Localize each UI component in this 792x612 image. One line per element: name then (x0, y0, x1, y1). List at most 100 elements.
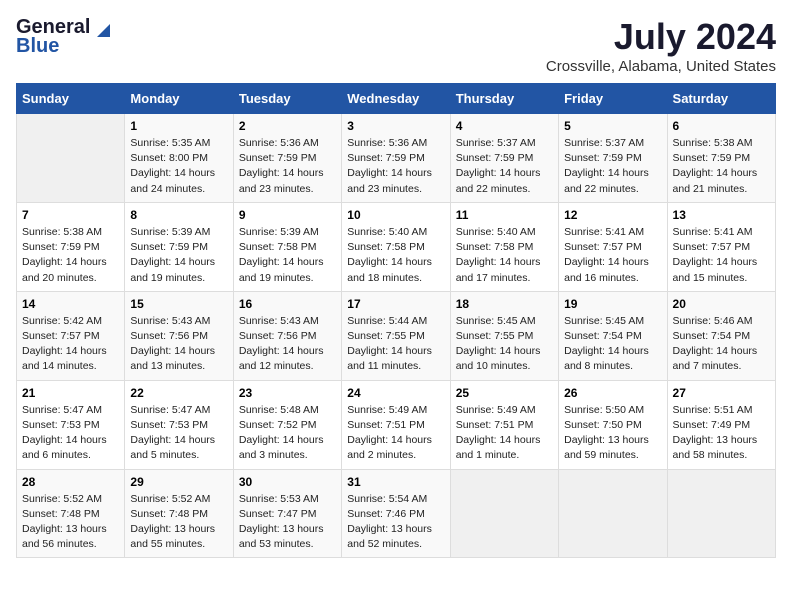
day-info: Sunrise: 5:45 AMSunset: 7:54 PMDaylight:… (564, 314, 661, 375)
header-monday: Monday (125, 84, 233, 114)
day-number: 2 (239, 119, 336, 133)
day-cell: 13 Sunrise: 5:41 AMSunset: 7:57 PMDayligh… (667, 202, 775, 291)
day-cell: 28Sunrise: 5:52 AMSunset: 7:48 PMDayligh… (17, 469, 125, 558)
day-info: Sunrise: 5:45 AMSunset: 7:55 PMDaylight:… (456, 314, 553, 375)
day-number: 16 (239, 297, 336, 311)
day-cell: 16 Sunrise: 5:43 AMSunset: 7:56 PMDayligh… (233, 291, 341, 380)
header-friday: Friday (559, 84, 667, 114)
day-info: Sunrise: 5:49 AMSunset: 7:51 PMDaylight:… (456, 403, 553, 464)
day-number: 27 (673, 386, 770, 400)
day-cell: 18 Sunrise: 5:45 AMSunset: 7:55 PMDayligh… (450, 291, 558, 380)
day-info: Sunrise: 5:46 AMSunset: 7:54 PMDaylight:… (673, 314, 770, 375)
day-number: 9 (239, 208, 336, 222)
day-info: Sunrise: 5:43 AMSunset: 7:56 PMDaylight:… (239, 314, 336, 375)
day-info: Sunrise: 5:38 AMSunset: 7:59 PMDaylight:… (673, 136, 770, 197)
day-cell (450, 469, 558, 558)
day-cell: 27 Sunrise: 5:51 AMSunset: 7:49 PMDayligh… (667, 380, 775, 469)
month-title: July 2024 (546, 16, 776, 58)
day-info: Sunrise: 5:36 AMSunset: 7:59 PMDaylight:… (347, 136, 444, 197)
day-cell: 26 Sunrise: 5:50 AMSunset: 7:50 PMDayligh… (559, 380, 667, 469)
day-info: Sunrise: 5:37 AMSunset: 7:59 PMDaylight:… (564, 136, 661, 197)
day-info: Sunrise: 5:47 AMSunset: 7:53 PMDaylight:… (22, 403, 119, 464)
day-info: Sunrise: 5:41 AMSunset: 7:57 PMDaylight:… (673, 225, 770, 286)
day-info: Sunrise: 5:48 AMSunset: 7:52 PMDaylight:… (239, 403, 336, 464)
day-info: Sunrise: 5:40 AMSunset: 7:58 PMDaylight:… (347, 225, 444, 286)
day-cell: 4 Sunrise: 5:37 AMSunset: 7:59 PMDaylight… (450, 114, 558, 203)
day-info: Sunrise: 5:53 AMSunset: 7:47 PMDaylight:… (239, 492, 336, 553)
title-section: July 2024 Crossville, Alabama, United St… (546, 16, 776, 75)
day-number: 19 (564, 297, 661, 311)
day-cell: 2Sunrise: 5:36 AMSunset: 7:59 PMDaylight… (233, 114, 341, 203)
day-info: Sunrise: 5:37 AMSunset: 7:59 PMDaylight:… (456, 136, 553, 197)
day-cell: 7 Sunrise: 5:38 AMSunset: 7:59 PMDaylight… (17, 202, 125, 291)
day-cell: 29Sunrise: 5:52 AMSunset: 7:48 PMDayligh… (125, 469, 233, 558)
header-thursday: Thursday (450, 84, 558, 114)
header-saturday: Saturday (667, 84, 775, 114)
day-number: 7 (22, 208, 119, 222)
day-info: Sunrise: 5:39 AMSunset: 7:59 PMDaylight:… (130, 225, 227, 286)
day-cell: 30Sunrise: 5:53 AMSunset: 7:47 PMDayligh… (233, 469, 341, 558)
day-number: 4 (456, 119, 553, 133)
day-number: 22 (130, 386, 227, 400)
day-cell: 1Sunrise: 5:35 AMSunset: 8:00 PMDaylight… (125, 114, 233, 203)
day-info: Sunrise: 5:52 AMSunset: 7:48 PMDaylight:… (130, 492, 227, 553)
day-number: 28 (22, 475, 119, 489)
day-info: Sunrise: 5:39 AMSunset: 7:58 PMDaylight:… (239, 225, 336, 286)
day-number: 11 (456, 208, 553, 222)
logo-blue: Blue (16, 35, 59, 58)
day-number: 21 (22, 386, 119, 400)
day-number: 5 (564, 119, 661, 133)
calendar-header: Sunday Monday Tuesday Wednesday Thursday… (17, 84, 776, 114)
location: Crossville, Alabama, United States (546, 58, 776, 75)
day-info: Sunrise: 5:51 AMSunset: 7:49 PMDaylight:… (673, 403, 770, 464)
day-cell: 15 Sunrise: 5:43 AMSunset: 7:56 PMDayligh… (125, 291, 233, 380)
header-tuesday: Tuesday (233, 84, 341, 114)
day-cell: 10 Sunrise: 5:40 AMSunset: 7:58 PMDayligh… (342, 202, 450, 291)
day-cell (17, 114, 125, 203)
day-cell: 8 Sunrise: 5:39 AMSunset: 7:59 PMDaylight… (125, 202, 233, 291)
day-cell: 23 Sunrise: 5:48 AMSunset: 7:52 PMDayligh… (233, 380, 341, 469)
day-number: 8 (130, 208, 227, 222)
day-number: 31 (347, 475, 444, 489)
day-info: Sunrise: 5:54 AMSunset: 7:46 PMDaylight:… (347, 492, 444, 553)
day-number: 24 (347, 386, 444, 400)
day-number: 3 (347, 119, 444, 133)
header-sunday: Sunday (17, 84, 125, 114)
day-info: Sunrise: 5:47 AMSunset: 7:53 PMDaylight:… (130, 403, 227, 464)
day-number: 14 (22, 297, 119, 311)
day-cell: 5 Sunrise: 5:37 AMSunset: 7:59 PMDaylight… (559, 114, 667, 203)
header-row: Sunday Monday Tuesday Wednesday Thursday… (17, 84, 776, 114)
day-number: 10 (347, 208, 444, 222)
day-cell: 11 Sunrise: 5:40 AMSunset: 7:58 PMDayligh… (450, 202, 558, 291)
day-number: 13 (673, 208, 770, 222)
day-info: Sunrise: 5:40 AMSunset: 7:58 PMDaylight:… (456, 225, 553, 286)
week-row-3: 21 Sunrise: 5:47 AMSunset: 7:53 PMDayligh… (17, 380, 776, 469)
day-info: Sunrise: 5:50 AMSunset: 7:50 PMDaylight:… (564, 403, 661, 464)
page-header: General Blue July 2024 Crossville, Alaba… (16, 16, 776, 75)
day-number: 20 (673, 297, 770, 311)
day-cell (667, 469, 775, 558)
day-cell: 3 Sunrise: 5:36 AMSunset: 7:59 PMDaylight… (342, 114, 450, 203)
day-cell: 6 Sunrise: 5:38 AMSunset: 7:59 PMDaylight… (667, 114, 775, 203)
week-row-1: 7 Sunrise: 5:38 AMSunset: 7:59 PMDaylight… (17, 202, 776, 291)
day-cell: 17Sunrise: 5:44 AMSunset: 7:55 PMDayligh… (342, 291, 450, 380)
day-cell: 22 Sunrise: 5:47 AMSunset: 7:53 PMDayligh… (125, 380, 233, 469)
day-number: 18 (456, 297, 553, 311)
calendar-body: 1Sunrise: 5:35 AMSunset: 8:00 PMDaylight… (17, 114, 776, 558)
week-row-4: 28 Sunrise: 5:52 AMSunset: 7:48 PMDayligh… (17, 469, 776, 558)
day-info: Sunrise: 5:38 AMSunset: 7:59 PMDaylight:… (22, 225, 119, 286)
day-cell (559, 469, 667, 558)
day-info: Sunrise: 5:43 AMSunset: 7:56 PMDaylight:… (130, 314, 227, 375)
day-info: Sunrise: 5:35 AMSunset: 8:00 PMDaylight:… (130, 136, 227, 197)
day-cell: 25 Sunrise: 5:49 AMSunset: 7:51 PMDayligh… (450, 380, 558, 469)
day-number: 15 (130, 297, 227, 311)
week-row-0: 1Sunrise: 5:35 AMSunset: 8:00 PMDaylight… (17, 114, 776, 203)
logo-icon (92, 19, 110, 37)
day-cell: 31 Sunrise: 5:54 AMSunset: 7:46 PMDayligh… (342, 469, 450, 558)
day-number: 25 (456, 386, 553, 400)
day-number: 6 (673, 119, 770, 133)
calendar-table: Sunday Monday Tuesday Wednesday Thursday… (16, 83, 776, 558)
day-number: 23 (239, 386, 336, 400)
day-number: 26 (564, 386, 661, 400)
header-wednesday: Wednesday (342, 84, 450, 114)
